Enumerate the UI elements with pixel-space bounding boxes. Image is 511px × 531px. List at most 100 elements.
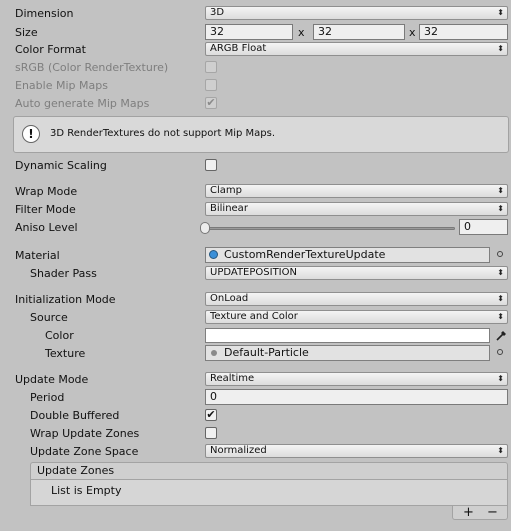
aniso-slider-track[interactable]	[205, 227, 455, 230]
texture-label: Texture	[45, 347, 86, 360]
dimension-label: Dimension	[15, 7, 74, 20]
color-format-label: Color Format	[15, 43, 86, 56]
zone-space-value: Normalized	[210, 445, 267, 456]
material-row: Material CustomRenderTextureUpdate	[0, 247, 511, 265]
chevron-updown-icon: ⬍	[497, 204, 504, 213]
enable-mip-maps-row: Enable Mip Maps	[0, 77, 511, 95]
warning-icon: !	[22, 125, 40, 143]
filter-mode-label: Filter Mode	[15, 203, 76, 216]
source-dropdown[interactable]: Texture and Color ⬍	[205, 310, 508, 324]
chevron-updown-icon: ⬍	[497, 44, 504, 53]
aniso-level-field[interactable]: 0	[459, 219, 508, 235]
chevron-updown-icon: ⬍	[497, 268, 504, 277]
chevron-updown-icon: ⬍	[497, 186, 504, 195]
wrap-mode-dropdown[interactable]: Clamp ⬍	[205, 184, 508, 198]
filter-mode-value: Bilinear	[210, 203, 248, 214]
size-z-field[interactable]: 32	[419, 24, 508, 40]
srgb-row: sRGB (Color RenderTexture)	[0, 59, 511, 77]
wrap-mode-row: Wrap Mode Clamp ⬍	[0, 183, 511, 201]
object-picker-icon[interactable]	[497, 349, 503, 355]
auto-mip-maps-checkbox[interactable]: ✔	[205, 97, 217, 109]
srgb-label: sRGB (Color RenderTexture)	[15, 61, 169, 74]
wrap-update-zones-checkbox[interactable]	[205, 427, 217, 439]
color-format-value: ARGB Float	[210, 43, 267, 54]
size-y-sep: x	[409, 26, 416, 39]
init-mode-row: Initialization Mode OnLoad ⬍	[0, 291, 511, 309]
color-format-row: Color Format ARGB Float ⬍	[0, 41, 511, 59]
update-zones-header: Update Zones	[30, 462, 508, 480]
period-row: Period 0	[0, 389, 511, 407]
material-value: CustomRenderTextureUpdate	[224, 248, 386, 261]
update-mode-label: Update Mode	[15, 373, 89, 386]
color-format-dropdown[interactable]: ARGB Float ⬍	[205, 42, 508, 56]
aniso-level-label: Aniso Level	[15, 221, 78, 234]
auto-mip-maps-label: Auto generate Mip Maps	[15, 97, 150, 110]
add-zone-button[interactable]: +	[463, 505, 474, 520]
update-mode-row: Update Mode Realtime ⬍	[0, 371, 511, 389]
double-buffered-checkbox[interactable]: ✔	[205, 409, 217, 421]
remove-zone-button[interactable]: −	[487, 505, 498, 520]
enable-mip-maps-label: Enable Mip Maps	[15, 79, 108, 92]
checkmark-icon: ✔	[206, 96, 216, 109]
double-buffered-label: Double Buffered	[30, 409, 120, 422]
zone-space-label: Update Zone Space	[30, 445, 139, 458]
material-label: Material	[15, 249, 60, 262]
help-message: 3D RenderTextures do not support Mip Map…	[50, 128, 276, 139]
enable-mip-maps-checkbox[interactable]	[205, 79, 217, 91]
object-picker-icon[interactable]	[497, 251, 503, 257]
update-mode-value: Realtime	[210, 373, 255, 384]
aniso-slider-thumb[interactable]	[200, 222, 210, 234]
aniso-level-row: Aniso Level 0	[0, 219, 511, 237]
init-mode-value: OnLoad	[210, 293, 249, 304]
init-mode-label: Initialization Mode	[15, 293, 116, 306]
size-label: Size	[15, 26, 38, 39]
shader-pass-dropdown[interactable]: UPDATEPOSITION ⬍	[205, 266, 508, 280]
zone-space-dropdown[interactable]: Normalized ⬍	[205, 444, 508, 458]
update-mode-dropdown[interactable]: Realtime ⬍	[205, 372, 508, 386]
chevron-updown-icon: ⬍	[497, 294, 504, 303]
checkmark-icon: ✔	[206, 408, 216, 421]
shader-pass-row: Shader Pass UPDATEPOSITION ⬍	[0, 265, 511, 283]
double-buffered-row: Double Buffered ✔	[0, 407, 511, 425]
period-label: Period	[30, 391, 65, 404]
source-label: Source	[30, 311, 68, 324]
dynamic-scaling-row: Dynamic Scaling	[0, 157, 511, 175]
chevron-updown-icon: ⬍	[497, 8, 504, 17]
texture-field[interactable]: Default-Particle	[205, 345, 490, 361]
filter-mode-dropdown[interactable]: Bilinear ⬍	[205, 202, 508, 216]
wrap-mode-value: Clamp	[210, 185, 242, 196]
dimension-dropdown[interactable]: 3D ⬍	[205, 6, 508, 20]
srgb-checkbox[interactable]	[205, 61, 217, 73]
eyedropper-icon[interactable]	[495, 329, 508, 342]
color-swatch[interactable]	[205, 328, 490, 343]
chevron-updown-icon: ⬍	[497, 374, 504, 383]
wrap-update-zones-row: Wrap Update Zones	[0, 425, 511, 443]
dimension-value: 3D	[210, 7, 225, 18]
size-row: Size 32 x 32 x 32	[0, 24, 511, 42]
dynamic-scaling-label: Dynamic Scaling	[15, 159, 107, 172]
texture-value: Default-Particle	[224, 346, 309, 359]
update-zones-list: List is Empty	[30, 480, 508, 506]
texture-icon	[211, 350, 217, 356]
material-field[interactable]: CustomRenderTextureUpdate	[205, 247, 490, 263]
size-y-field[interactable]: 32	[313, 24, 405, 40]
update-zones-footer: + −	[452, 505, 508, 520]
auto-mip-maps-row: Auto generate Mip Maps ✔	[0, 95, 511, 113]
help-box: ! 3D RenderTextures do not support Mip M…	[13, 116, 509, 153]
chevron-updown-icon: ⬍	[497, 312, 504, 321]
shader-pass-value: UPDATEPOSITION	[210, 267, 297, 278]
color-label: Color	[45, 329, 74, 342]
init-mode-dropdown[interactable]: OnLoad ⬍	[205, 292, 508, 306]
source-value: Texture and Color	[210, 311, 298, 322]
source-row: Source Texture and Color ⬍	[0, 309, 511, 327]
texture-row: Texture Default-Particle	[0, 345, 511, 363]
material-icon	[209, 250, 218, 259]
wrap-mode-label: Wrap Mode	[15, 185, 78, 198]
period-field[interactable]: 0	[205, 389, 508, 405]
dynamic-scaling-checkbox[interactable]	[205, 159, 217, 171]
zone-space-row: Update Zone Space Normalized ⬍	[0, 443, 511, 461]
size-x-sep: x	[298, 26, 305, 39]
color-row: Color	[0, 327, 511, 345]
chevron-updown-icon: ⬍	[497, 446, 504, 455]
size-x-field[interactable]: 32	[205, 24, 293, 40]
